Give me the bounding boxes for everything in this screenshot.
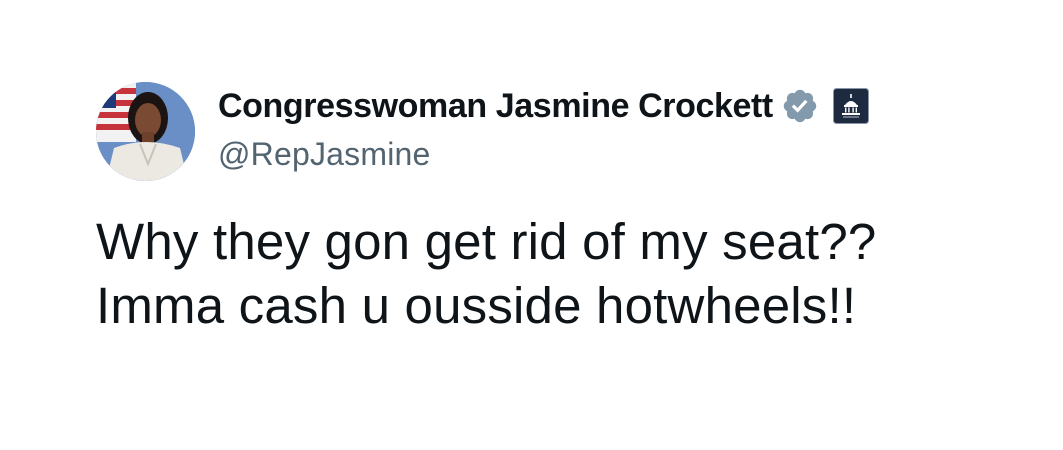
tweet-card: Congresswoman Jasmine Crockett @RepJasmi… [0, 0, 1063, 450]
verified-badge-icon [781, 87, 819, 125]
tweet-text-line: Why they gon get rid of my seat?? [96, 213, 877, 270]
tweet-text: Why they gon get rid of my seat?? Imma c… [96, 210, 877, 338]
avatar[interactable] [96, 82, 195, 181]
tweet-author: Congresswoman Jasmine Crockett @RepJasmi… [218, 84, 869, 173]
display-name[interactable]: Congresswoman Jasmine Crockett [218, 87, 773, 126]
us-capitol-icon[interactable] [832, 88, 869, 124]
tweet-text-line: Imma cash u ousside hotwheels!! [96, 277, 857, 334]
handle[interactable]: @RepJasmine [218, 136, 869, 173]
name-row: Congresswoman Jasmine Crockett [218, 84, 869, 128]
